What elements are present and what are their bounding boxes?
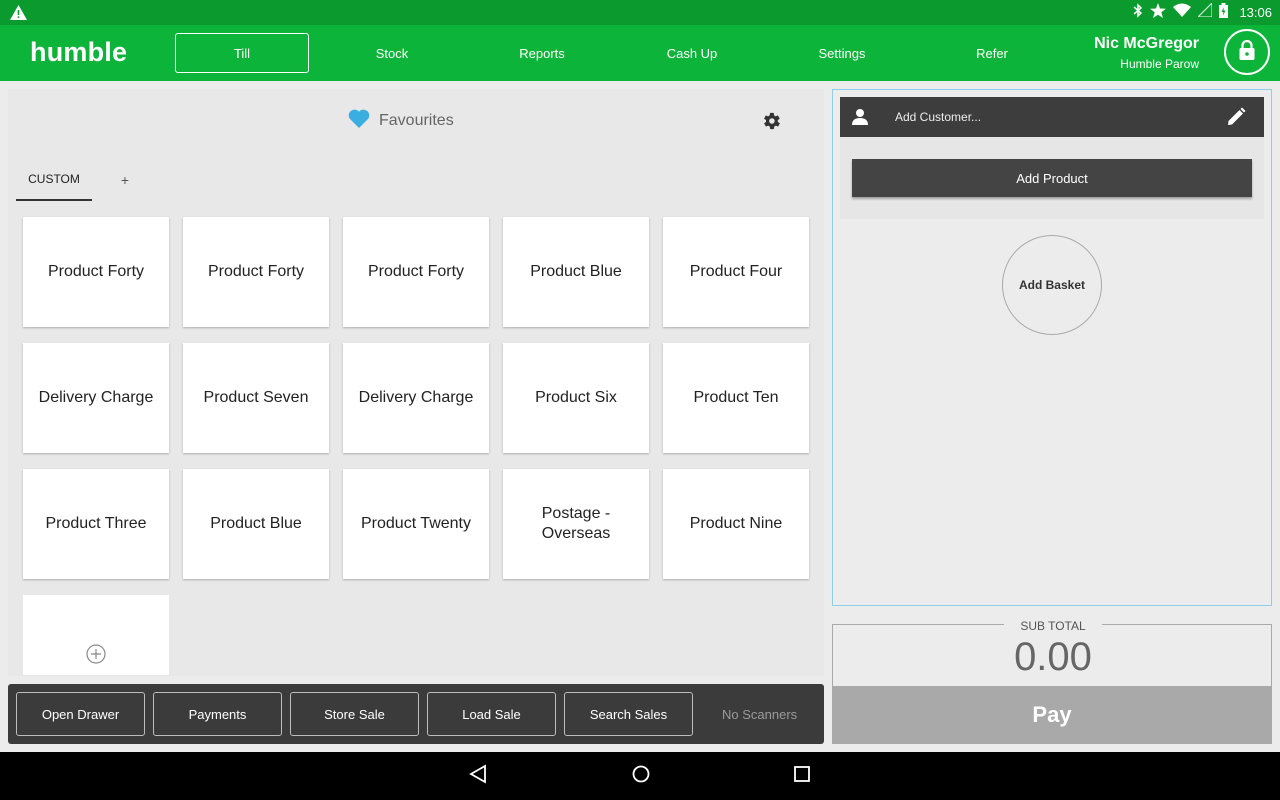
product-tile[interactable]: Product Seven (183, 343, 329, 453)
signal-icon (1197, 1, 1214, 22)
subtotal-label: SUB TOTAL (1004, 619, 1102, 633)
person-icon (850, 107, 870, 132)
back-icon (469, 763, 487, 789)
product-tile[interactable]: Product Blue (183, 469, 329, 579)
add-favourite-tile[interactable] (23, 595, 169, 675)
main-nav: Till Stock Reports Cash Up Settings Refe… (175, 33, 1075, 73)
store-name: Humble Parow (1120, 57, 1199, 71)
clock: 13:06 (1239, 5, 1272, 20)
pay-button[interactable]: Pay (832, 686, 1272, 744)
product-tile[interactable]: Product Forty (183, 217, 329, 327)
tab-add[interactable]: + (92, 159, 158, 201)
add-product-button[interactable]: Add Product (852, 159, 1252, 197)
payments-button[interactable]: Payments (153, 692, 282, 736)
system-nav-bar (0, 752, 1280, 800)
product-tile[interactable]: Postage - Overseas (503, 469, 649, 579)
recents-button[interactable] (792, 765, 812, 787)
home-icon (632, 765, 650, 788)
product-tile[interactable]: Product Twenty (343, 469, 489, 579)
favourites-title: Favourites (379, 112, 454, 129)
battery-icon (1219, 2, 1229, 23)
subtotal-value: 0.00 (1014, 635, 1092, 679)
add-customer-label: Add Customer... (895, 110, 982, 124)
nav-cash-up[interactable]: Cash Up (625, 33, 759, 73)
product-tile[interactable]: Product Blue (503, 217, 649, 327)
favourites-header: Favourites (348, 109, 454, 133)
logo: humble (30, 37, 128, 67)
lock-button[interactable] (1224, 29, 1270, 75)
wifi-icon (1173, 3, 1192, 22)
product-tile[interactable]: Product Forty (23, 217, 169, 327)
product-entry-area: Add Product (840, 137, 1264, 219)
sale-panel: Add Customer... Add Product Add Basket (832, 89, 1272, 606)
nav-stock[interactable]: Stock (325, 33, 459, 73)
app-header: humble Till Stock Reports Cash Up Settin… (0, 25, 1280, 81)
add-basket-button[interactable]: Add Basket (1002, 235, 1102, 335)
subtotal-box: SUB TOTAL 0.00 (832, 619, 1272, 686)
favourites-settings-button[interactable] (760, 110, 782, 137)
user-info: Nic McGregor Humble Parow (1094, 35, 1199, 71)
nav-reports[interactable]: Reports (475, 33, 609, 73)
product-tile[interactable]: Product Forty (343, 217, 489, 327)
customer-bar[interactable]: Add Customer... (840, 97, 1264, 137)
favourites-panel: Favourites CUSTOM + Product Forty Produc… (8, 89, 824, 676)
load-sale-button[interactable]: Load Sale (427, 692, 556, 736)
product-tile[interactable]: Product Six (503, 343, 649, 453)
favourites-tabs: CUSTOM + (16, 159, 158, 201)
search-sales-button[interactable]: Search Sales (564, 692, 693, 736)
nav-refer[interactable]: Refer (925, 33, 1059, 73)
product-tile[interactable]: Product Four (663, 217, 809, 327)
home-button[interactable] (631, 765, 651, 788)
add-circle-icon (86, 644, 106, 669)
lock-icon (1239, 39, 1255, 65)
product-tile[interactable]: Delivery Charge (343, 343, 489, 453)
gear-icon (760, 112, 782, 136)
warning-icon (10, 5, 27, 25)
scanner-status: No Scanners (722, 706, 798, 722)
product-tile[interactable]: Product Three (23, 469, 169, 579)
edit-icon[interactable] (1226, 107, 1246, 132)
bluetooth-icon (1133, 2, 1143, 23)
nav-settings[interactable]: Settings (775, 33, 909, 73)
product-tile[interactable]: Product Nine (663, 469, 809, 579)
store-sale-button[interactable]: Store Sale (290, 692, 419, 736)
open-drawer-button[interactable]: Open Drawer (16, 692, 145, 736)
product-tile[interactable]: Delivery Charge (23, 343, 169, 453)
recents-icon (794, 765, 810, 787)
user-name: Nic McGregor (1094, 35, 1199, 52)
nav-till[interactable]: Till (175, 33, 309, 73)
product-tile[interactable]: Product Ten (663, 343, 809, 453)
status-bar: 13:06 (0, 0, 1280, 25)
back-button[interactable] (468, 763, 488, 789)
heart-icon (348, 109, 370, 133)
star-icon (1150, 2, 1167, 23)
bottom-toolbar: Open Drawer Payments Store Sale Load Sal… (8, 684, 824, 744)
tab-custom[interactable]: CUSTOM (16, 159, 92, 201)
